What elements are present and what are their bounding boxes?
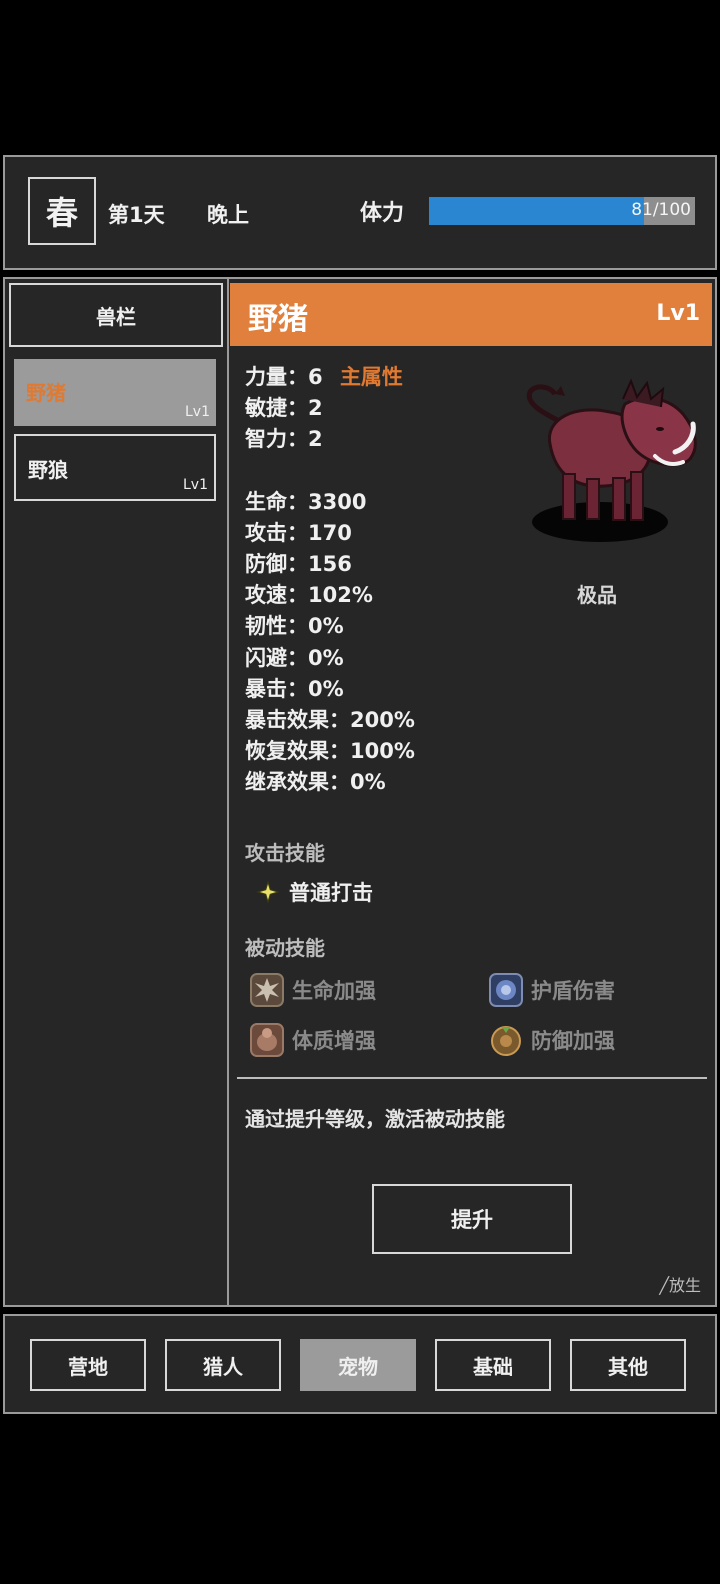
beast-list-item-boar[interactable]: 野猪 Lv1 — [14, 359, 216, 426]
release-button[interactable]: ╱放生 — [659, 1272, 701, 1296]
beast-name: 野猪 — [26, 381, 66, 405]
pet-detail-header: 野猪 Lv1 — [230, 283, 712, 346]
body-icon — [250, 1023, 284, 1057]
time-of-day-label: 晚上 — [207, 203, 249, 227]
skill-shield-damage[interactable]: 护盾伤害 — [489, 973, 615, 1007]
sidebar-divider — [227, 279, 229, 1305]
skill-name: 生命加强 — [292, 979, 376, 1003]
beast-list-item-wolf[interactable]: 野狼 Lv1 — [14, 434, 216, 501]
skill-name: 体质增强 — [292, 1029, 376, 1053]
passive-skills-title: 被动技能 — [245, 936, 325, 960]
skill-normal-strike[interactable]: 普通打击 — [255, 877, 373, 907]
beast-level: Lv1 — [185, 404, 210, 420]
shield-orb-icon — [489, 973, 523, 1007]
season-badge: 春 — [28, 177, 96, 245]
stat-defense: 防御：156 — [245, 552, 352, 576]
stat-dodge: 闪避：0% — [245, 646, 344, 670]
attr-strength: 力量：6 主属性 — [245, 361, 403, 391]
skill-constitution-boost[interactable]: 体质增强 — [250, 1023, 376, 1057]
attr-agility: 敏捷：2 — [245, 396, 323, 420]
round-shield-icon — [491, 1026, 521, 1056]
upgrade-button[interactable]: 提升 — [372, 1184, 572, 1254]
burst-icon — [250, 973, 284, 1007]
stat-attack-speed: 攻速：102% — [245, 583, 373, 607]
attr-strength-value: 力量：6 — [245, 365, 323, 389]
pet-name: 野猪 — [248, 302, 308, 337]
attr-intelligence: 智力：2 — [245, 427, 323, 451]
boar-portrait — [526, 378, 697, 542]
day-label: 第1天 — [108, 203, 165, 227]
beast-name: 野狼 — [28, 458, 68, 482]
nav-other[interactable]: 其他 — [570, 1339, 686, 1391]
main-attribute-tag: 主属性 — [339, 365, 403, 389]
sparkle-icon — [256, 880, 280, 904]
stat-attack: 攻击：170 — [245, 521, 352, 545]
skill-name: 普通打击 — [289, 881, 373, 905]
skill-life-boost[interactable]: 生命加强 — [250, 973, 376, 1007]
skill-name: 护盾伤害 — [531, 979, 615, 1003]
skill-defense-boost[interactable]: 防御加强 — [489, 1023, 615, 1057]
nav-basic[interactable]: 基础 — [435, 1339, 551, 1391]
stat-crit: 暴击：0% — [245, 677, 344, 701]
stat-recovery-effect: 恢复效果：100% — [245, 739, 415, 763]
status-bar: 春 第1天 晚上 体力 81/100 — [3, 155, 717, 270]
stat-inherit-effect: 继承效果：0% — [245, 770, 386, 794]
pet-panel: 兽栏 野猪 Lv1 野狼 Lv1 野猪 Lv1 力量：6 主属性 敏捷：2 智力… — [3, 277, 717, 1307]
quality-label: 极品 — [577, 583, 617, 607]
stat-tenacity: 韧性：0% — [245, 614, 344, 638]
divider — [237, 1077, 707, 1079]
nav-camp[interactable]: 营地 — [30, 1339, 146, 1391]
skill-name: 防御加强 — [531, 1029, 615, 1053]
bottom-nav: 营地 猎人 宠物 基础 其他 — [3, 1314, 717, 1414]
stamina-label: 体力 — [360, 201, 405, 226]
attack-skills-title: 攻击技能 — [245, 841, 325, 865]
stamina-bar: 81/100 — [429, 197, 695, 225]
nav-hunter[interactable]: 猎人 — [165, 1339, 281, 1391]
beast-pen-title: 兽栏 — [9, 283, 223, 347]
nav-pet[interactable]: 宠物 — [300, 1339, 416, 1391]
stamina-value: 81/100 — [631, 200, 691, 220]
upgrade-hint: 通过提升等级，激活被动技能 — [245, 1107, 505, 1131]
pet-level: Lv1 — [656, 301, 700, 326]
stamina-fill — [429, 197, 645, 225]
stat-crit-effect: 暴击效果：200% — [245, 708, 415, 732]
beast-level: Lv1 — [183, 477, 208, 493]
stat-hp: 生命：3300 — [245, 490, 367, 514]
